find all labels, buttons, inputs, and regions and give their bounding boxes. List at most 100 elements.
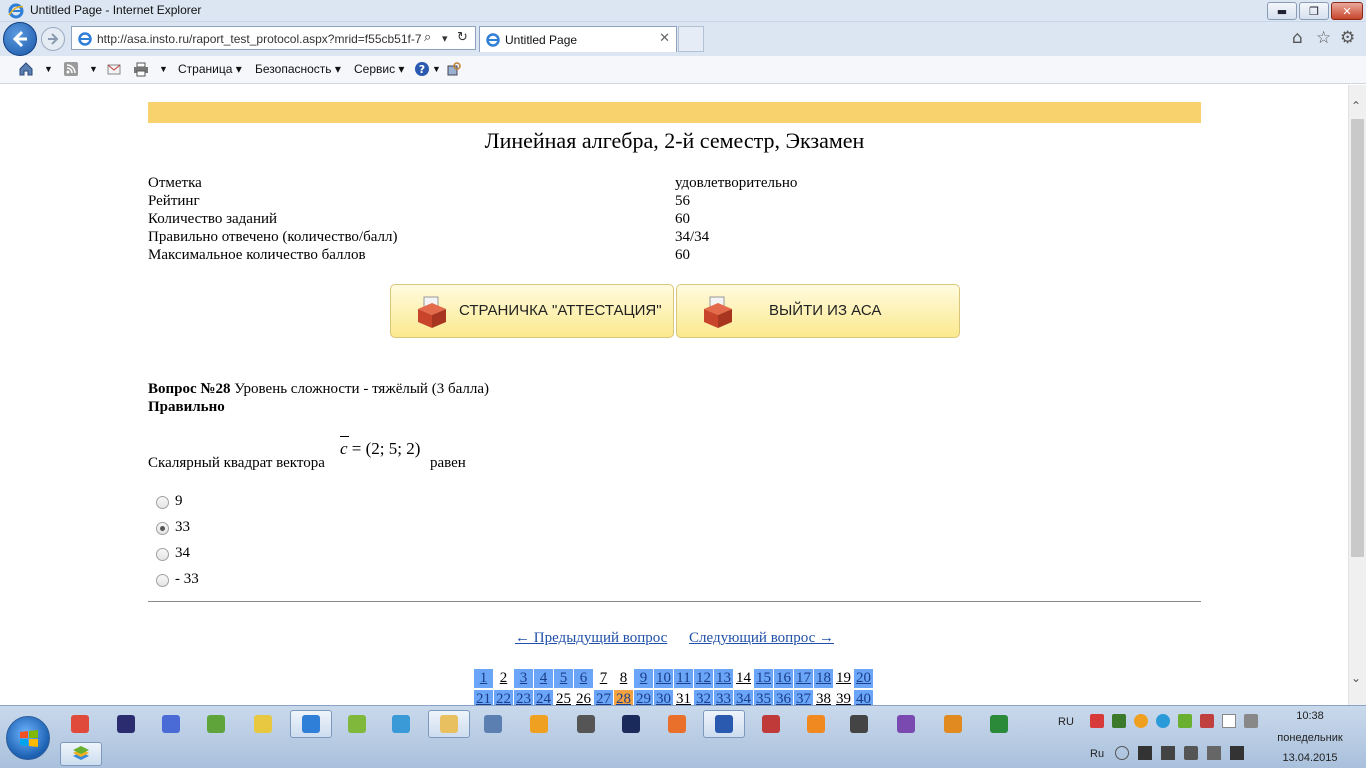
research-icon[interactable] bbox=[446, 61, 462, 77]
pager-question-link[interactable]: 2 bbox=[494, 669, 513, 688]
taskbar-app-button[interactable] bbox=[795, 710, 837, 738]
home-icon[interactable]: ⌂ bbox=[1292, 28, 1303, 48]
pager-question-link[interactable]: 39 bbox=[834, 690, 853, 705]
pager-question-link[interactable]: 11 bbox=[674, 669, 693, 688]
pager-question-link[interactable]: 34 bbox=[734, 690, 753, 705]
radio-button[interactable] bbox=[156, 496, 169, 509]
qip-tray-icon[interactable] bbox=[1134, 714, 1148, 728]
pager-question-link[interactable]: 22 bbox=[494, 690, 513, 705]
pager-question-link[interactable]: 1 bbox=[474, 669, 493, 688]
pager-question-link[interactable]: 13 bbox=[714, 669, 733, 688]
pager-question-link[interactable]: 24 bbox=[534, 690, 553, 705]
tools-menu[interactable]: Сервис ▾ bbox=[354, 62, 404, 76]
home-dropdown-icon[interactable]: ▼ bbox=[44, 64, 53, 74]
pager-question-link[interactable]: 14 bbox=[734, 669, 753, 688]
search-icon[interactable]: ⌕ bbox=[424, 30, 431, 45]
pager-question-link[interactable]: 15 bbox=[754, 669, 773, 688]
address-bar[interactable]: http://asa.insto.ru/raport_test_protocol… bbox=[71, 26, 476, 50]
taskbar-app-button[interactable] bbox=[838, 710, 880, 738]
help-icon[interactable]: ? bbox=[414, 61, 430, 77]
pager-question-link[interactable]: 28 bbox=[614, 690, 633, 705]
speaker-tray-icon[interactable] bbox=[1115, 746, 1129, 760]
pager-question-link[interactable]: 19 bbox=[834, 669, 853, 688]
scroll-down-icon[interactable]: ⌄ bbox=[1351, 671, 1361, 685]
previous-question-link[interactable]: ← Предыдущий вопрос bbox=[515, 630, 667, 646]
url-text[interactable]: http://asa.insto.ru/raport_test_protocol… bbox=[97, 32, 422, 46]
minimize-button[interactable]: ▬ bbox=[1267, 2, 1297, 20]
radio-button[interactable] bbox=[156, 548, 169, 561]
back-button[interactable] bbox=[3, 22, 37, 56]
pager-question-link[interactable]: 37 bbox=[794, 690, 813, 705]
feed-dropdown-icon[interactable]: ▼ bbox=[89, 64, 98, 74]
flag-tray-icon[interactable] bbox=[1161, 746, 1175, 760]
help-dropdown-icon[interactable]: ▼ bbox=[432, 64, 441, 74]
pager-question-link[interactable]: 4 bbox=[534, 669, 553, 688]
mail-icon[interactable] bbox=[106, 61, 122, 77]
close-tab-icon[interactable]: ✕ bbox=[659, 31, 670, 46]
pager-question-link[interactable]: 16 bbox=[774, 669, 793, 688]
taskbar-app-button[interactable] bbox=[885, 710, 927, 738]
maximize-button[interactable]: ❐ bbox=[1299, 2, 1329, 20]
pager-question-link[interactable]: 27 bbox=[594, 690, 613, 705]
tools-tray-icon[interactable] bbox=[1200, 714, 1214, 728]
bluestacks-tray-icon[interactable] bbox=[1178, 714, 1192, 728]
pager-question-link[interactable]: 36 bbox=[774, 690, 793, 705]
vertical-scrollbar[interactable]: ⌃ ⌄ bbox=[1348, 85, 1366, 705]
clock-date[interactable]: 13.04.2015 bbox=[1265, 752, 1355, 764]
language-indicator-small[interactable]: Ru bbox=[1090, 748, 1104, 760]
next-question-link[interactable]: Следующий вопрос → bbox=[689, 630, 834, 646]
scroll-up-icon[interactable]: ⌃ bbox=[1351, 99, 1361, 113]
taskbar-app-button[interactable] bbox=[105, 710, 147, 738]
favorites-icon[interactable]: ☆ bbox=[1316, 28, 1331, 48]
usb-tray-icon[interactable] bbox=[1244, 714, 1258, 728]
volume-tray-icon[interactable] bbox=[1184, 746, 1198, 760]
pager-question-link[interactable]: 33 bbox=[714, 690, 733, 705]
pager-question-link[interactable]: 32 bbox=[694, 690, 713, 705]
network-signal-icon[interactable] bbox=[1230, 746, 1244, 760]
pager-question-link[interactable]: 29 bbox=[634, 690, 653, 705]
pager-question-link[interactable]: 40 bbox=[854, 690, 873, 705]
pager-question-link[interactable]: 6 bbox=[574, 669, 593, 688]
pager-question-link[interactable]: 38 bbox=[814, 690, 833, 705]
taskbar-app-bluestacks[interactable] bbox=[60, 742, 102, 766]
taskbar-app-button[interactable] bbox=[472, 710, 514, 738]
refresh-icon[interactable]: ↻ bbox=[457, 30, 468, 45]
forward-button[interactable] bbox=[41, 27, 65, 51]
taskbar-app-button[interactable] bbox=[656, 710, 698, 738]
taskbar-app-button[interactable] bbox=[703, 710, 745, 738]
attestation-page-button[interactable]: СТРАНИЧКА "АТТЕСТАЦИЯ" bbox=[390, 284, 674, 338]
clock-day[interactable]: понедельник bbox=[1265, 732, 1355, 744]
taskbar-app-button[interactable] bbox=[59, 710, 101, 738]
radio-button-selected[interactable] bbox=[156, 522, 169, 535]
pager-question-link[interactable]: 3 bbox=[514, 669, 533, 688]
taskbar-app-button[interactable] bbox=[150, 710, 192, 738]
print-dropdown-icon[interactable]: ▼ bbox=[159, 64, 168, 74]
taskbar-app-button[interactable] bbox=[978, 710, 1020, 738]
taskbar-app-button[interactable] bbox=[290, 710, 332, 738]
taskbar-app-button[interactable] bbox=[428, 710, 470, 738]
taskbar-app-button[interactable] bbox=[750, 710, 792, 738]
tab-untitled-page[interactable]: Untitled Page ✕ bbox=[479, 26, 677, 52]
monitor-tray-icon[interactable] bbox=[1138, 746, 1152, 760]
rss-feed-icon[interactable] bbox=[63, 61, 79, 77]
radio-button[interactable] bbox=[156, 574, 169, 587]
pager-question-link[interactable]: 9 bbox=[634, 669, 653, 688]
pager-question-link[interactable]: 30 bbox=[654, 690, 673, 705]
pager-question-link[interactable]: 10 bbox=[654, 669, 673, 688]
close-window-button[interactable]: ✕ bbox=[1331, 2, 1363, 20]
taskbar-app-button[interactable] bbox=[242, 710, 284, 738]
print-icon[interactable] bbox=[133, 61, 149, 77]
taskbar-app-button[interactable] bbox=[610, 710, 652, 738]
taskbar-app-button[interactable] bbox=[518, 710, 560, 738]
pager-question-link[interactable]: 18 bbox=[814, 669, 833, 688]
new-tab-button[interactable] bbox=[678, 26, 704, 52]
exit-asa-button[interactable]: ВЫЙТИ ИЗ АСА bbox=[676, 284, 960, 338]
pager-question-link[interactable]: 8 bbox=[614, 669, 633, 688]
page-menu[interactable]: Страница ▾ bbox=[178, 62, 242, 76]
taskbar-app-button[interactable] bbox=[932, 710, 974, 738]
taskbar-app-button[interactable] bbox=[565, 710, 607, 738]
taskbar-app-button[interactable] bbox=[195, 710, 237, 738]
pager-question-link[interactable]: 12 bbox=[694, 669, 713, 688]
pager-question-link[interactable]: 31 bbox=[674, 690, 693, 705]
nvidia-tray-icon[interactable] bbox=[1112, 714, 1126, 728]
